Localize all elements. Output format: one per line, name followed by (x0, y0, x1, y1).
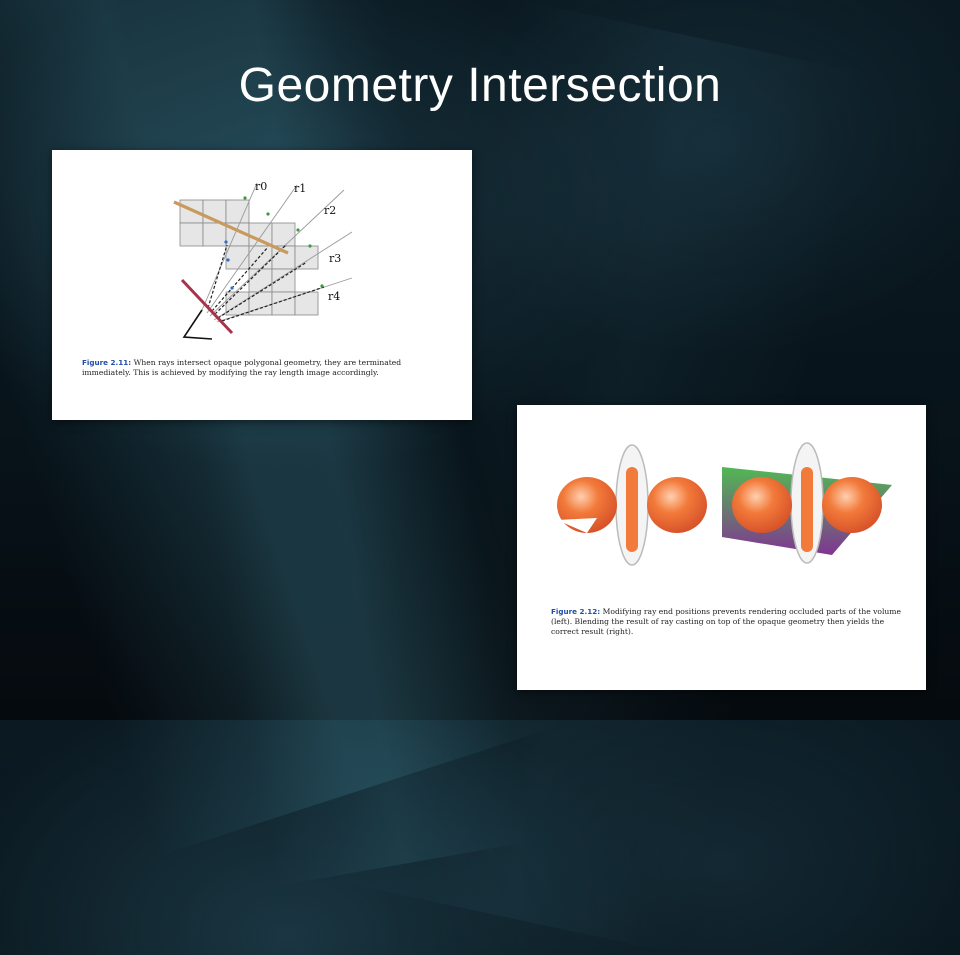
ray-label-r3: r3 (329, 252, 341, 265)
figure-volume-rendering-panel: Figure 2.12: Modifying ray end positions… (517, 405, 926, 690)
figure-caption: Figure 2.11: When rays intersect opaque … (82, 358, 452, 378)
figure-label: Figure 2.12: (551, 607, 601, 616)
volume-right-render (722, 442, 892, 564)
ray-label-r0: r0 (255, 180, 267, 193)
slide-title: Geometry Intersection (238, 59, 722, 112)
volume-rendering-illustration (557, 442, 892, 566)
camera-icon (182, 309, 213, 340)
background-streak (120, 0, 533, 887)
ray-geometry-diagram: r0 r1 r2 r3 r4 (173, 180, 353, 340)
background-streak (0, 0, 558, 856)
ray-label-r2: r2 (324, 204, 336, 217)
ray-label-r1: r1 (294, 182, 306, 195)
figure-caption: Figure 2.12: Modifying ray end positions… (551, 607, 903, 637)
ray-label-r4: r4 (328, 290, 340, 303)
figure-label: Figure 2.11: (82, 358, 132, 367)
volume-left-render (557, 444, 707, 566)
figure-ray-geometry-panel: r0 r1 r2 r3 r4 Figure 2.11: When rays in… (52, 150, 472, 420)
figure-caption-text: Modifying ray end positions prevents ren… (551, 607, 902, 636)
